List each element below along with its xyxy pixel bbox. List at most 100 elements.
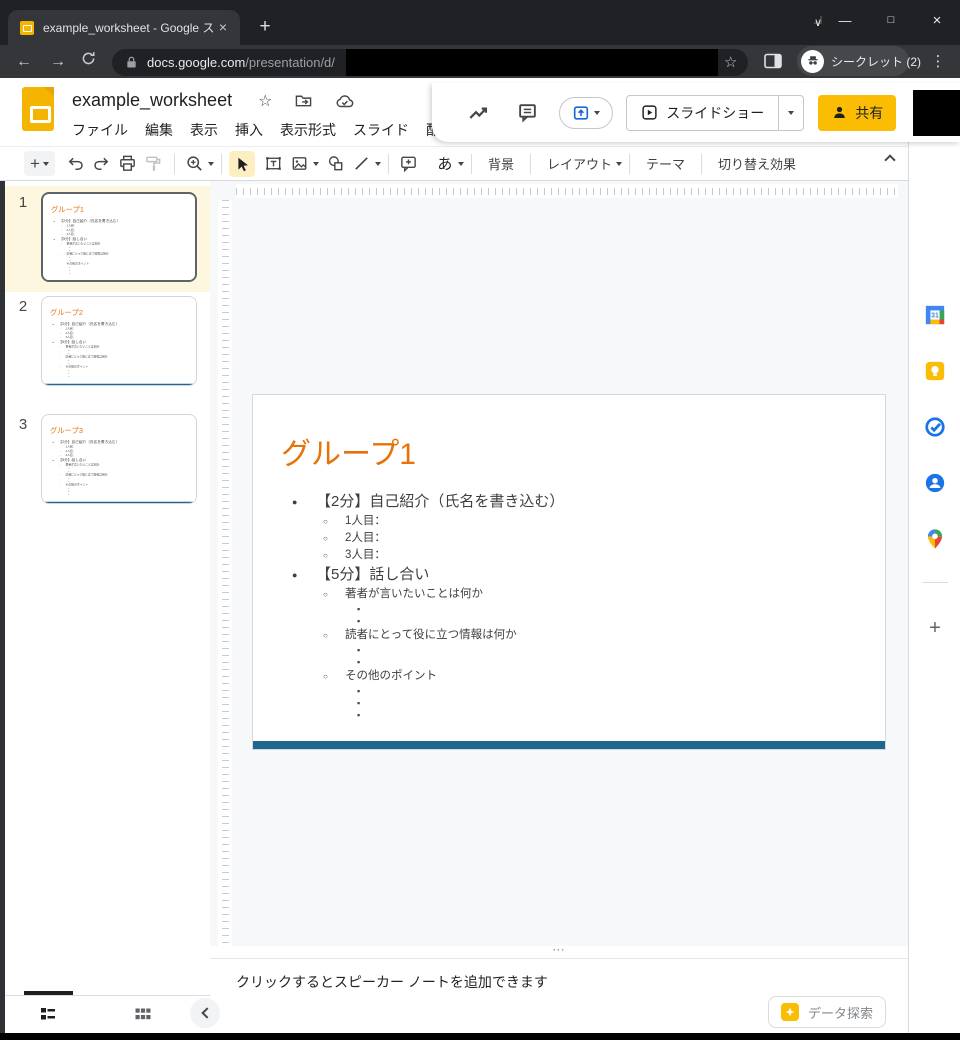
tasks-icon[interactable] <box>924 416 946 438</box>
slideshow-button[interactable]: スライドショー <box>626 95 779 131</box>
new-slide-button[interactable]: + <box>24 151 55 176</box>
theme-button[interactable]: テーマ <box>637 154 694 173</box>
text-format-tool[interactable]: あ <box>432 151 458 177</box>
window-close-button[interactable]: × <box>914 12 960 29</box>
line-caret[interactable] <box>375 162 381 166</box>
filmstrip-slide-3[interactable]: 3 グループ3 【2分】自己紹介（氏名を書き込む）1人目：2人目：3人目：【5分… <box>5 410 210 512</box>
window-minimize-button[interactable]: — <box>822 13 868 28</box>
slide-thumbnail[interactable]: グループ1 【2分】自己紹介（氏名を書き込む）1人目：2人目：3人目：【5分】話… <box>41 192 197 282</box>
menu-file[interactable]: ファイル <box>72 120 128 140</box>
collapse-menus-icon[interactable] <box>884 154 895 165</box>
slide-thumbnail[interactable]: グループ3 【2分】自己紹介（氏名を書き込む）1人目：2人目：3人目：【5分】話… <box>41 414 197 504</box>
print-icon[interactable] <box>115 151 141 177</box>
slide-number: 1 <box>5 192 41 292</box>
insert-image-icon[interactable] <box>287 151 313 177</box>
tab-close-icon[interactable]: × <box>214 19 232 37</box>
select-tool-icon[interactable] <box>229 151 255 177</box>
background-button[interactable]: 背景 <box>479 154 523 173</box>
thumb-slide-title: グループ2 <box>50 306 83 317</box>
slide-title[interactable]: グループ1 <box>281 429 416 473</box>
zoom-caret[interactable] <box>208 162 214 166</box>
slide-canvas: グループ1 【2分】自己紹介（氏名を書き込む）1人目：2人目：3人目：【5分】話… <box>210 181 908 946</box>
bullet-item-level-1: 【5分】話し合い <box>253 564 875 586</box>
reload-icon[interactable] <box>80 50 104 74</box>
thumb-accent-bar <box>43 384 197 386</box>
browser-window: example_worksheet - Google スラ × + ∨ — □ … <box>0 0 960 1040</box>
filmstrip-slide-2[interactable]: 2 グループ2 【2分】自己紹介（氏名を書き込む）1人目：2人目：3人目：【5分… <box>5 292 210 394</box>
slideshow-dropdown-button[interactable] <box>779 95 804 131</box>
bullet-item-level-3 <box>43 493 196 496</box>
menu-edit[interactable]: 編集 <box>145 120 173 140</box>
vertical-ruler <box>218 200 232 948</box>
activity-trend-icon[interactable] <box>465 100 490 126</box>
layout-caret[interactable] <box>616 162 622 166</box>
insert-line-icon[interactable] <box>349 151 375 177</box>
browser-menu-icon[interactable]: ⋮ <box>926 50 950 74</box>
insert-shape-icon[interactable] <box>323 151 349 177</box>
new-slide-caret[interactable] <box>43 162 49 166</box>
insert-comment-icon[interactable] <box>396 151 422 177</box>
bookmark-star-icon[interactable]: ☆ <box>724 53 737 71</box>
view-switcher-bar <box>5 995 210 1033</box>
collapse-filmstrip-button[interactable] <box>190 998 220 1028</box>
document-title[interactable]: example_worksheet <box>72 90 232 111</box>
back-icon[interactable]: ← <box>12 50 36 74</box>
side-panel-icon[interactable] <box>763 52 783 70</box>
window-chevron-icon[interactable]: ∨ <box>814 16 822 24</box>
slides-favicon-icon <box>20 21 34 35</box>
slides-logo-icon[interactable] <box>22 87 54 131</box>
side-panel-divider <box>922 582 948 583</box>
window-maximize-button[interactable]: □ <box>868 14 914 26</box>
avatar[interactable] <box>913 90 960 136</box>
speaker-notes-placeholder[interactable]: クリックするとスピーカー ノートを追加できます <box>236 974 548 990</box>
transition-button[interactable]: 切り替え効果 <box>709 154 805 173</box>
menu-slide[interactable]: スライド <box>353 120 409 140</box>
current-slide[interactable]: グループ1 【2分】自己紹介（氏名を書き込む）1人目：2人目：3人目：【5分】話… <box>252 394 886 750</box>
present-dropdown-caret[interactable] <box>594 111 600 115</box>
move-folder-icon[interactable] <box>294 92 313 109</box>
slide-thumbnail[interactable]: グループ2 【2分】自己紹介（氏名を書き込む）1人目：2人目：3人目：【5分】話… <box>41 296 197 386</box>
menu-view[interactable]: 表示 <box>190 120 218 140</box>
tab-title: example_worksheet - Google スラ <box>43 19 214 36</box>
text-format-caret[interactable] <box>458 162 464 166</box>
lock-icon <box>124 55 139 70</box>
maps-icon[interactable] <box>924 528 946 550</box>
explore-button[interactable]: データ探索 <box>768 996 886 1028</box>
bullet-item-level-2: 2人目： <box>253 530 875 547</box>
filmstrip-view-icon[interactable] <box>38 1004 58 1024</box>
slide-body[interactable]: 【2分】自己紹介（氏名を書き込む）1人目：2人目：3人目：【5分】話し合い著者が… <box>253 491 875 721</box>
cloud-status-icon[interactable] <box>335 93 355 109</box>
redo-icon[interactable] <box>89 151 115 177</box>
undo-icon[interactable] <box>63 151 89 177</box>
paint-format-icon[interactable] <box>141 151 167 177</box>
star-document-icon[interactable]: ☆ <box>258 91 272 111</box>
filmstrip-slide-1[interactable]: 1 グループ1 【2分】自己紹介（氏名を書き込む）1人目：2人目：3人目：【5分… <box>5 186 210 292</box>
present-button[interactable] <box>559 97 614 129</box>
grid-view-icon[interactable] <box>133 1004 153 1024</box>
contacts-icon[interactable] <box>924 472 946 494</box>
header-action-card: スライドショー 共有 <box>432 83 960 142</box>
filmstrip-panel: 1 グループ1 【2分】自己紹介（氏名を書き込む）1人目：2人目：3人目：【5分… <box>5 181 210 995</box>
menu-insert[interactable]: 挿入 <box>235 120 263 140</box>
slide-accent-bar <box>253 741 885 749</box>
comment-history-icon[interactable] <box>515 100 540 126</box>
url-bar[interactable]: docs.google.com/presentation/d/ ☆ <box>112 49 748 76</box>
plus-icon: + <box>30 155 40 172</box>
calendar-icon[interactable]: 31 <box>924 304 946 326</box>
add-addon-button[interactable]: + <box>924 618 946 640</box>
zoom-icon[interactable] <box>182 151 208 177</box>
notes-resize-handle[interactable]: ⋯ <box>210 946 908 958</box>
bullet-item-level-3 <box>253 709 875 721</box>
menu-format[interactable]: 表示形式 <box>280 120 336 140</box>
layout-button[interactable]: レイアウト <box>538 154 616 173</box>
image-caret[interactable] <box>313 162 319 166</box>
share-button[interactable]: 共有 <box>818 95 896 131</box>
text-box-icon[interactable] <box>261 151 287 177</box>
browser-tab[interactable]: example_worksheet - Google スラ × <box>8 10 240 45</box>
keep-icon[interactable] <box>924 360 946 382</box>
forward-icon[interactable]: → <box>46 50 70 74</box>
new-tab-button[interactable]: + <box>252 14 278 40</box>
incognito-badge[interactable]: シークレット (2) <box>797 46 909 76</box>
svg-text:31: 31 <box>931 312 939 319</box>
thumb-accent-bar <box>44 281 197 282</box>
